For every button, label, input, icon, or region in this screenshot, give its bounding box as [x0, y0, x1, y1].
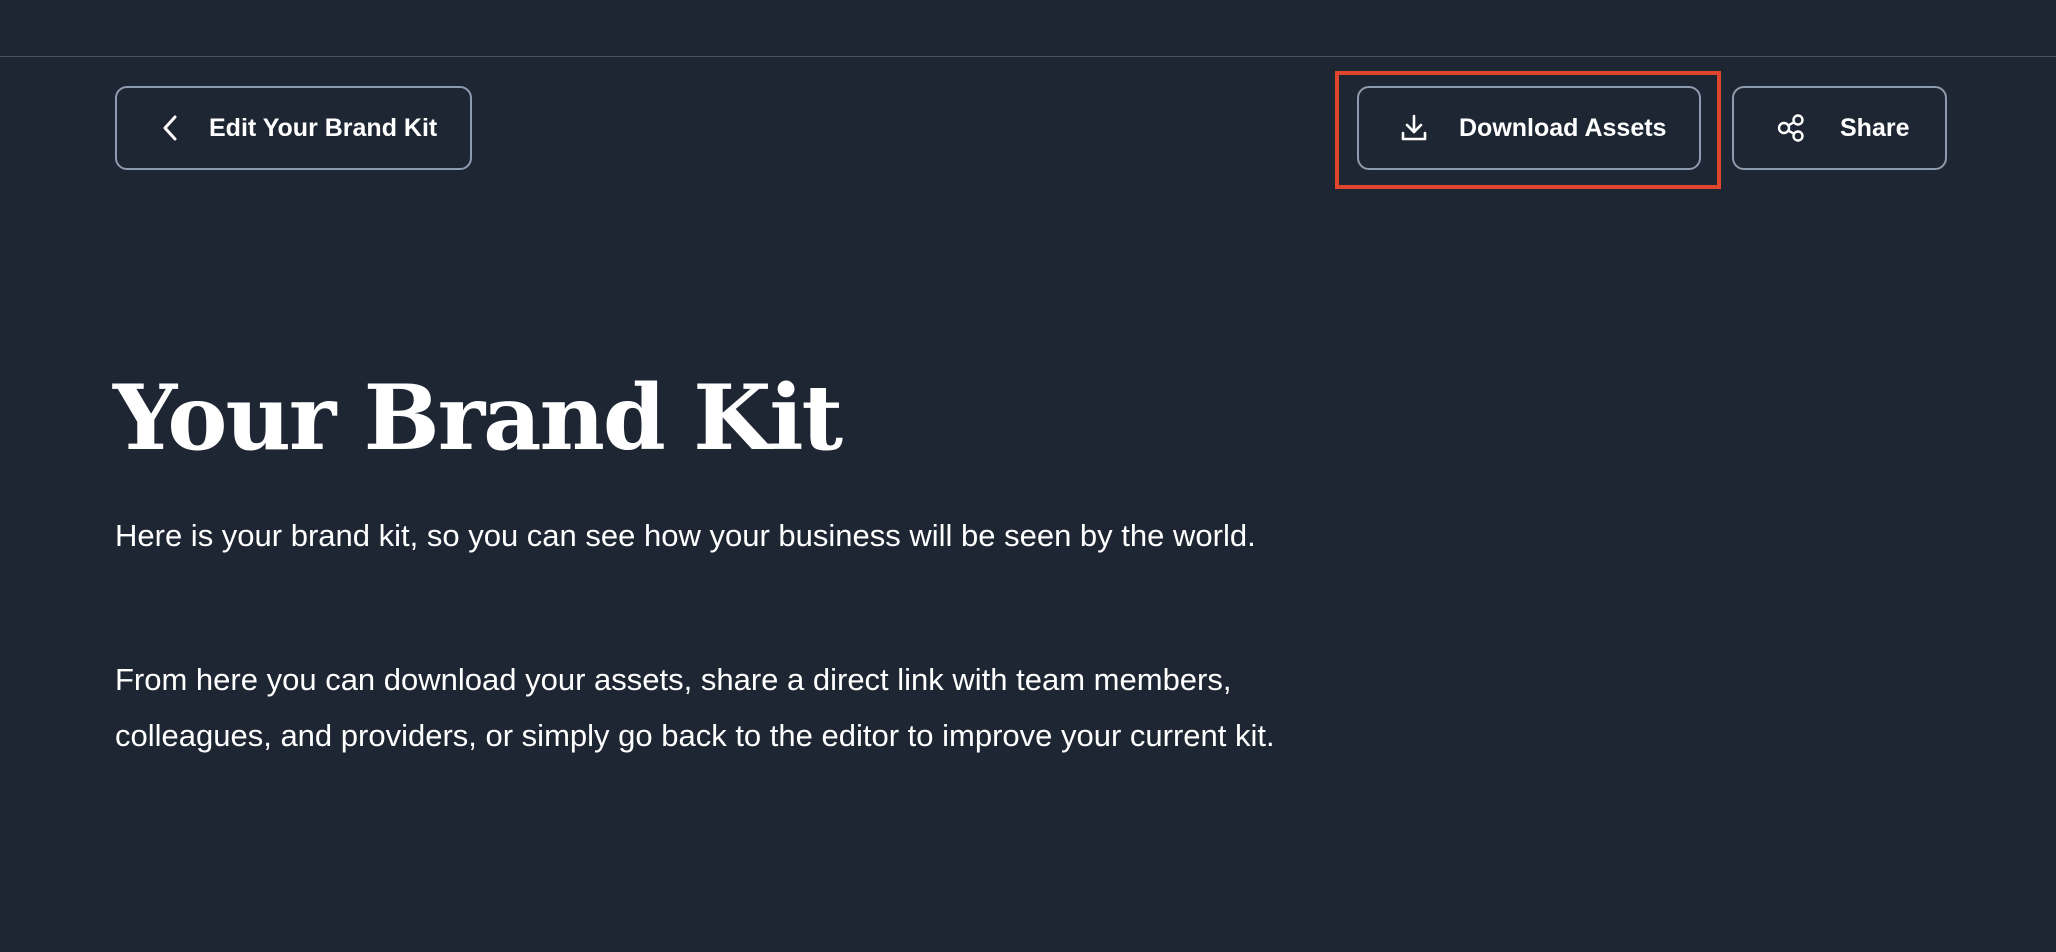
edit-brand-kit-button[interactable]: Edit Your Brand Kit	[115, 86, 472, 170]
intro-paragraph: Here is your brand kit, so you can see h…	[115, 518, 1256, 553]
chevron-left-icon	[155, 113, 185, 143]
download-icon	[1399, 113, 1429, 143]
page-title: Your Brand Kit	[113, 365, 843, 471]
share-label: Share	[1840, 113, 1910, 142]
edit-brand-kit-label: Edit Your Brand Kit	[209, 113, 438, 142]
top-bar	[0, 0, 2056, 57]
share-icon	[1776, 113, 1806, 143]
download-assets-label: Download Assets	[1459, 113, 1667, 142]
download-assets-button[interactable]: Download Assets	[1357, 86, 1701, 170]
instructions-paragraph: From here you can download your assets, …	[115, 662, 1275, 753]
share-button[interactable]: Share	[1732, 86, 1947, 170]
